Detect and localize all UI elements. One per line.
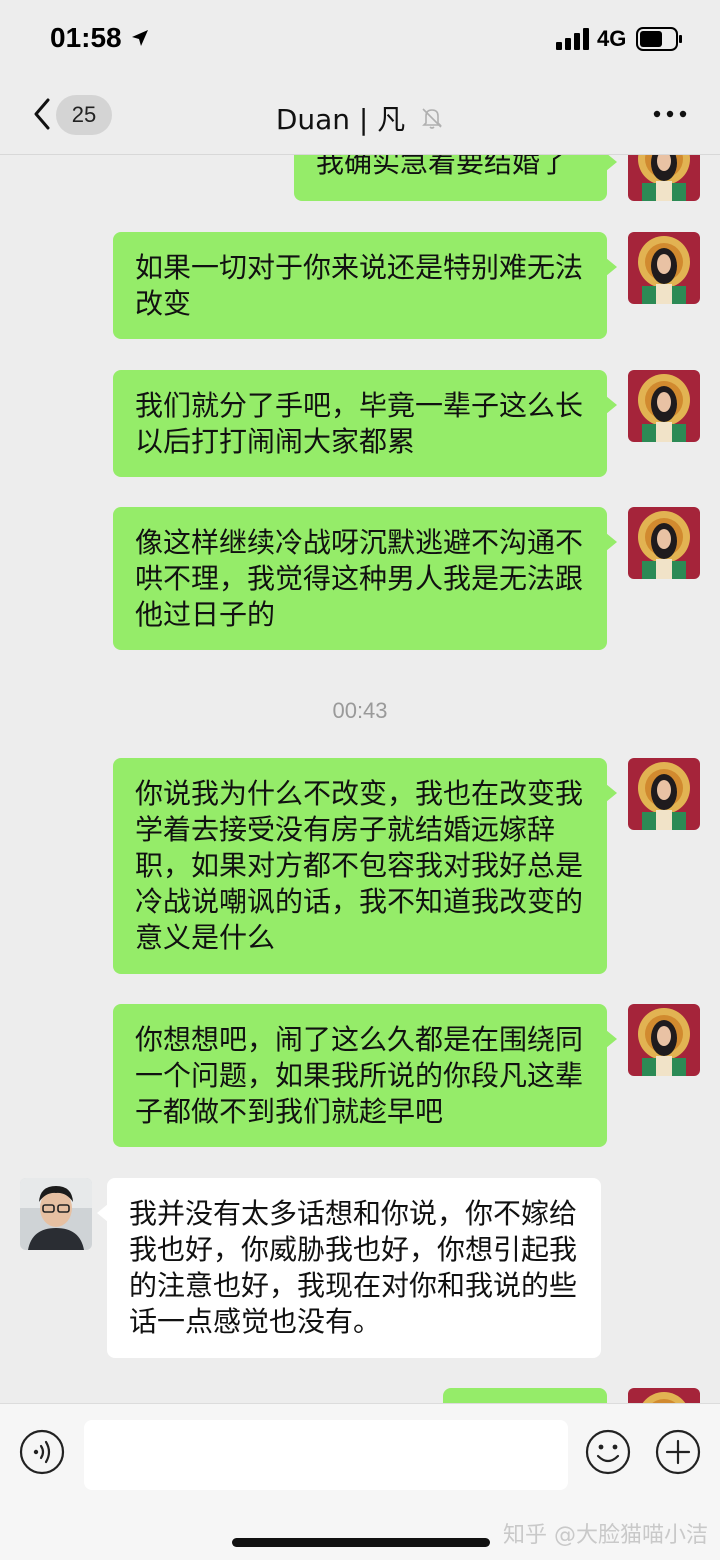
chat-title: Duan | 凡 xyxy=(275,103,406,136)
message-list[interactable]: 我确实急着要结婚了 如果一切对于你来说还是特别难无法改变 我们就分了手吧，毕竟一… xyxy=(0,155,720,1403)
chat-header: 25 Duan | 凡 xyxy=(0,80,720,155)
contact-avatar[interactable] xyxy=(20,1178,92,1250)
location-arrow-icon xyxy=(132,30,148,46)
home-indicator[interactable] xyxy=(232,1538,490,1547)
my-avatar[interactable] xyxy=(628,370,700,442)
message-bubble[interactable]: 我确实急着要结婚了 xyxy=(294,155,617,201)
message-bubble[interactable]: 你说我为什么不改变，我也在改变我学着去接受没有房子就结婚远嫁辞职，如果对方都不包… xyxy=(113,758,617,974)
emoji-icon[interactable] xyxy=(584,1428,632,1476)
battery-icon xyxy=(636,27,682,51)
status-bar: 01:58 4G xyxy=(0,0,720,80)
network-label: 4G xyxy=(597,26,627,51)
chat-title-row: Duan | 凡 xyxy=(0,98,720,138)
status-time: 01:58 xyxy=(50,22,122,53)
my-avatar[interactable] xyxy=(628,758,700,830)
message-bubble[interactable]: 如果一切对于你来说还是特别难无法改变 xyxy=(113,232,617,339)
message-bubble[interactable]: 你想想吧，闹了这么久都是在围绕同一个问题，如果我所说的你段凡这辈子都做不到我们就… xyxy=(113,1004,617,1147)
signal-icon xyxy=(556,28,589,50)
my-avatar[interactable] xyxy=(628,507,700,579)
plus-icon[interactable] xyxy=(654,1428,702,1476)
my-avatar[interactable] xyxy=(628,1388,700,1403)
my-avatar[interactable] xyxy=(628,1004,700,1076)
watermark: 知乎 @大脸猫喵小洁 xyxy=(503,1523,708,1548)
mute-bell-icon xyxy=(422,108,443,129)
message-timestamp: 00:43 xyxy=(332,698,388,723)
message-bubble-received[interactable]: 我并没有太多话想和你说，你不嫁给我也好，你威胁我也好，你想引起我的注意也好，我现… xyxy=(97,1178,601,1358)
message-bubble[interactable]: 像这样继续冷战呀沉默逃避不沟通不哄不理，我觉得这种男人我是无法跟他过日子的 xyxy=(113,507,617,650)
more-icon[interactable] xyxy=(650,102,690,126)
input-bar: 知乎 @大脸猫喵小洁 xyxy=(0,1403,720,1560)
message-bubble[interactable] xyxy=(443,1388,607,1403)
my-avatar[interactable] xyxy=(628,155,700,201)
message-bubble[interactable]: 我们就分了手吧，毕竟一辈子这么长以后打打闹闹大家都累 xyxy=(113,370,617,477)
voice-icon[interactable] xyxy=(18,1428,66,1476)
message-input[interactable] xyxy=(84,1420,568,1490)
my-avatar[interactable] xyxy=(628,232,700,304)
